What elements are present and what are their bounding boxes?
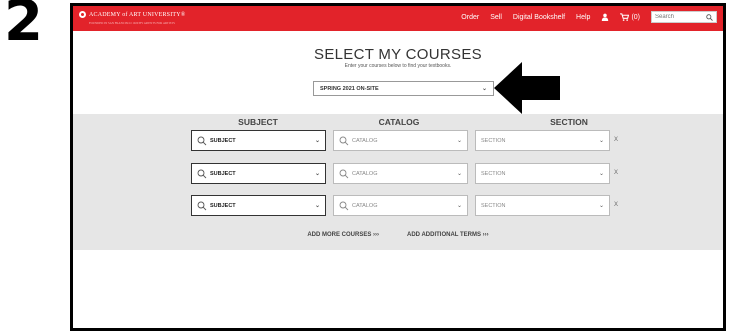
chevron-down-icon: ⌄ xyxy=(456,138,462,144)
catalog-label: CATALOG xyxy=(352,137,378,144)
section-select[interactable]: SECTION ⌄ xyxy=(475,163,610,184)
logo-text: ACADEMY of ART UNIVERSITY® xyxy=(89,11,186,18)
section-select[interactable]: SECTION ⌄ xyxy=(475,195,610,216)
chevron-down-icon: ⌄ xyxy=(456,171,462,177)
magnifier-icon xyxy=(197,136,207,145)
nav-digital-bookshelf[interactable]: Digital Bookshelf xyxy=(513,14,565,21)
remove-row-button[interactable]: X xyxy=(614,170,618,176)
add-more-courses-link[interactable]: ADD MORE COURSES ››› xyxy=(307,232,379,238)
chevron-down-icon: ⌄ xyxy=(481,86,487,92)
nav-menu: Order Sell Digital Bookshelf Help (0) xyxy=(461,11,717,23)
subject-label: SUBJECT xyxy=(210,202,236,209)
catalog-select[interactable]: CATALOG ⌄ xyxy=(333,130,468,151)
chevron-down-icon: ⌄ xyxy=(598,171,604,177)
course-actions: ADD MORE COURSES ››› ADD ADDITIONAL TERM… xyxy=(73,232,723,238)
chevron-down-icon: ⌄ xyxy=(314,203,320,209)
logo-icon xyxy=(79,11,86,18)
subject-select[interactable]: SUBJECT ⌄ xyxy=(191,195,326,216)
page-title: SELECT MY COURSES xyxy=(314,46,482,63)
magnifier-icon xyxy=(339,169,349,178)
nav-help[interactable]: Help xyxy=(576,14,590,21)
cart-icon xyxy=(620,13,630,21)
add-additional-terms-link[interactable]: ADD ADDITIONAL TERMS ››› xyxy=(407,232,489,238)
column-header-section: SECTION xyxy=(550,117,588,127)
chevron-down-icon: ⌄ xyxy=(598,138,604,144)
chevron-down-icon: ⌄ xyxy=(314,171,320,177)
column-header-catalog: CATALOG xyxy=(378,117,420,127)
subject-label: SUBJECT xyxy=(210,137,236,144)
subject-label: SUBJECT xyxy=(210,170,236,177)
nav-order[interactable]: Order xyxy=(461,14,479,21)
chevron-down-icon: ⌄ xyxy=(598,203,604,209)
arrow-left-icon xyxy=(494,62,560,114)
cart-count: (0) xyxy=(631,13,640,21)
section-label: SECTION xyxy=(481,202,506,209)
magnifier-icon xyxy=(339,136,349,145)
chevron-down-icon: ⌄ xyxy=(456,203,462,209)
browser-frame: ACADEMY of ART UNIVERSITY® FOUNDED IN SA… xyxy=(70,3,726,331)
search-box xyxy=(651,11,717,23)
catalog-select[interactable]: CATALOG ⌄ xyxy=(333,195,468,216)
magnifier-icon xyxy=(197,169,207,178)
page-subtitle: Enter your courses below to find your te… xyxy=(344,63,452,69)
chevron-down-icon: ⌄ xyxy=(314,138,320,144)
logo[interactable]: ACADEMY of ART UNIVERSITY® xyxy=(79,11,186,18)
search-icon[interactable] xyxy=(706,13,713,21)
subject-select[interactable]: SUBJECT ⌄ xyxy=(191,130,326,151)
section-select[interactable]: SECTION ⌄ xyxy=(475,130,610,151)
column-header-subject: SUBJECT xyxy=(238,117,278,127)
magnifier-icon xyxy=(197,201,207,210)
step-number: 2 xyxy=(4,0,43,54)
catalog-label: CATALOG xyxy=(352,170,378,177)
subject-select[interactable]: SUBJECT ⌄ xyxy=(191,163,326,184)
term-dropdown[interactable]: SPRING 2021 ON-SITE ⌄ xyxy=(313,81,494,96)
term-value: SPRING 2021 ON-SITE xyxy=(320,85,379,92)
catalog-select[interactable]: CATALOG ⌄ xyxy=(333,163,468,184)
section-label: SECTION xyxy=(481,170,506,177)
search-input[interactable] xyxy=(655,14,699,20)
remove-row-button[interactable]: X xyxy=(614,202,618,208)
user-icon[interactable] xyxy=(601,13,609,21)
section-label: SECTION xyxy=(481,137,506,144)
remove-row-button[interactable]: X xyxy=(614,137,618,143)
nav-sell[interactable]: Sell xyxy=(490,14,502,21)
catalog-label: CATALOG xyxy=(352,202,378,209)
magnifier-icon xyxy=(339,201,349,210)
logo-subtext: FOUNDED IN SAN FRANCISCO 1929 BY ARTISTS… xyxy=(89,21,175,25)
cart-button[interactable]: (0) xyxy=(620,13,640,21)
top-nav-bar: ACADEMY of ART UNIVERSITY® FOUNDED IN SA… xyxy=(73,6,723,31)
